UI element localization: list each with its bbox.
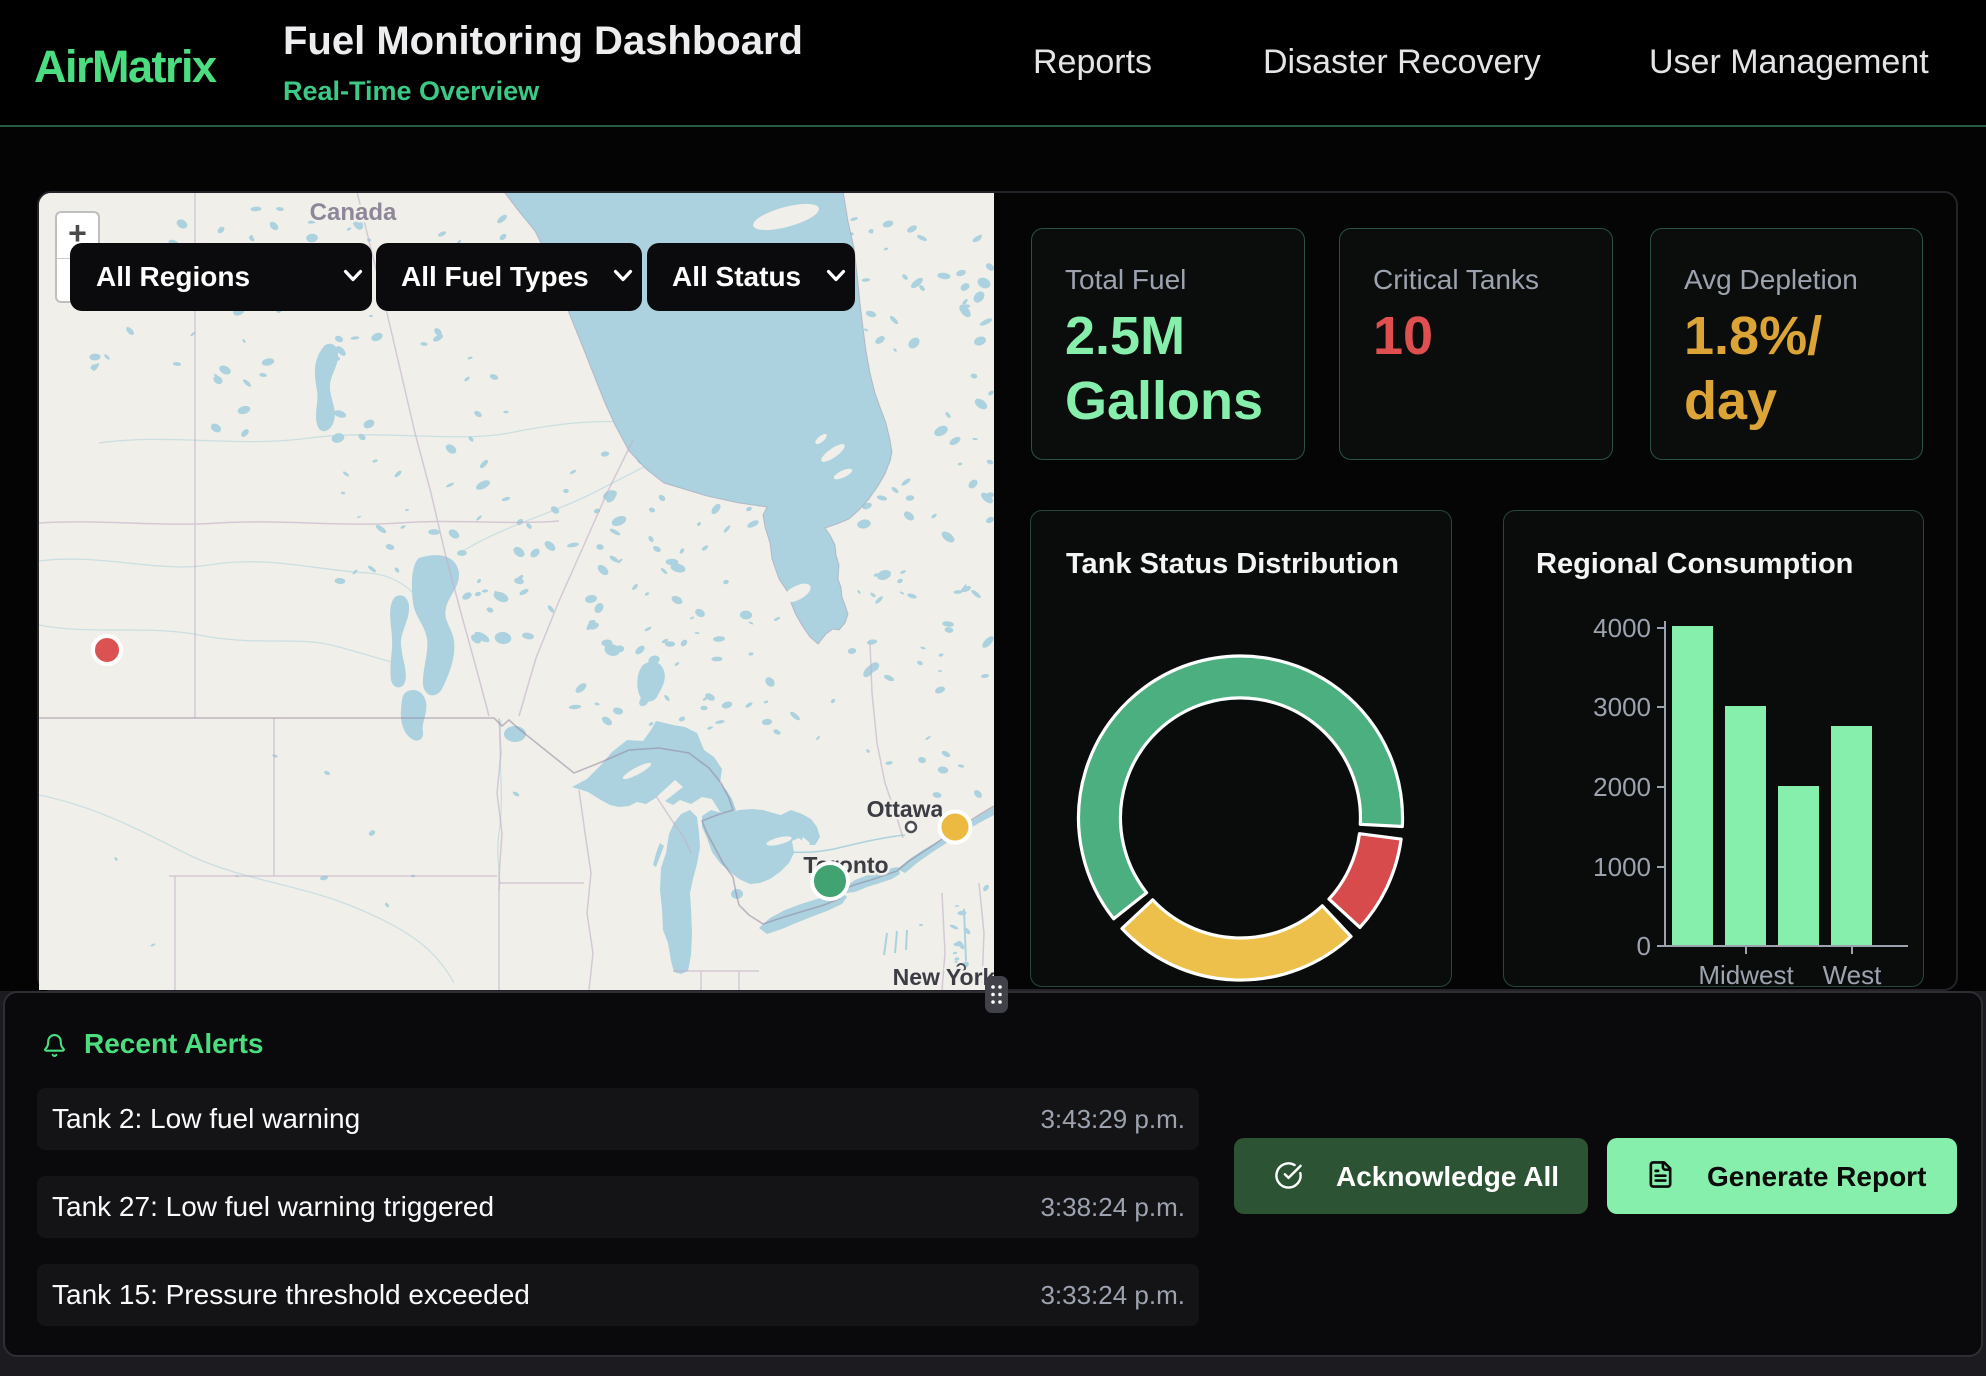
svg-text:Canada: Canada	[310, 199, 397, 226]
svg-text:Midwest: Midwest	[1698, 960, 1794, 985]
svg-text:3000: 3000	[1593, 692, 1651, 722]
svg-text:2000: 2000	[1593, 772, 1651, 802]
svg-text:Ottawa: Ottawa	[867, 796, 944, 822]
svg-text:4000: 4000	[1593, 613, 1651, 643]
svg-text:1000: 1000	[1593, 852, 1651, 882]
svg-text:0: 0	[1637, 931, 1651, 961]
svg-text:West: West	[1823, 960, 1883, 985]
svg-text:New York: New York	[893, 964, 994, 990]
